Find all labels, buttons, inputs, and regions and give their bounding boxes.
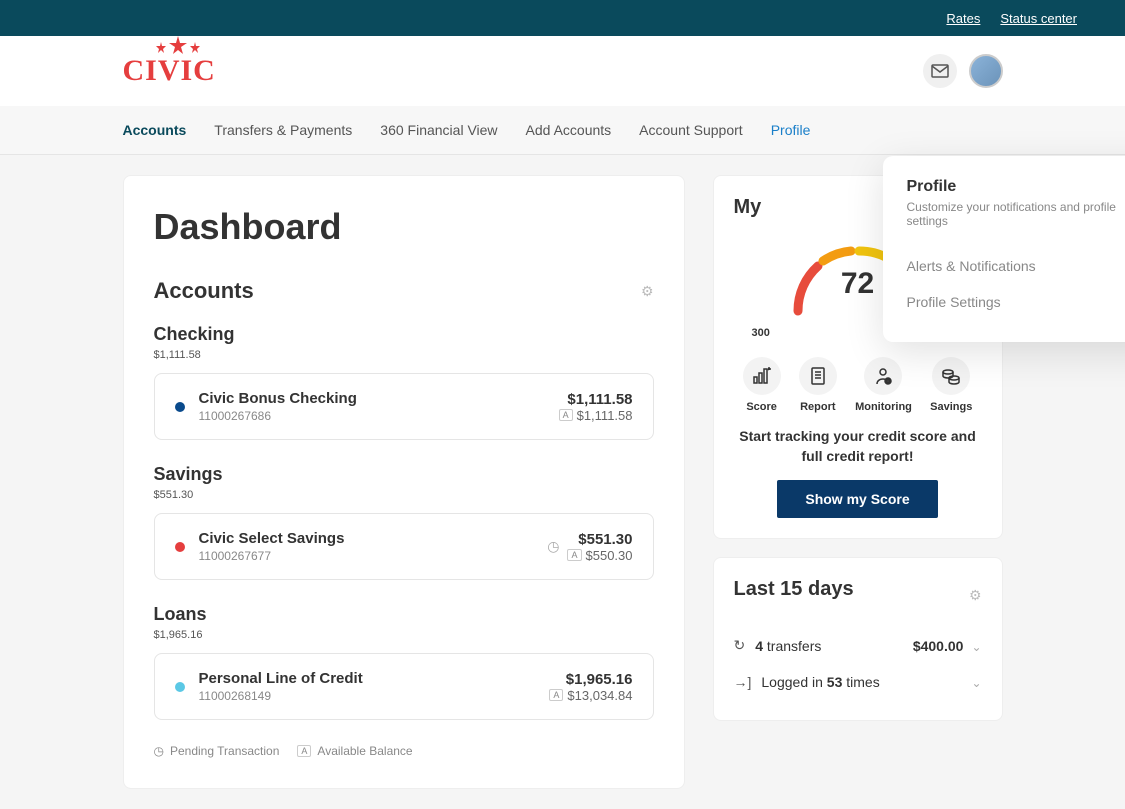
- chevron-down-icon: ⌄: [971, 676, 981, 690]
- activity-row-transfers[interactable]: ↻ 4 transfers $400.00 ⌄: [734, 627, 982, 664]
- activity-count: 4: [755, 638, 763, 654]
- group-loans-title: Loans: [154, 604, 654, 625]
- top-bar: Rates Status center: [0, 0, 1125, 36]
- credit-action-monitoring[interactable]: Monitoring: [855, 357, 912, 413]
- account-name: Civic Bonus Checking: [199, 390, 559, 407]
- profile-dropdown: Profile Customize your notifications and…: [883, 156, 1125, 342]
- dot-icon: [175, 542, 185, 552]
- accounts-title: Accounts: [154, 278, 254, 304]
- dot-icon: [175, 682, 185, 692]
- credit-action-savings[interactable]: Savings: [930, 357, 972, 413]
- group-savings-title: Savings: [154, 464, 654, 485]
- logo[interactable]: CIVIC: [123, 54, 216, 88]
- account-name: Civic Select Savings: [199, 530, 548, 547]
- account-name: Personal Line of Credit: [199, 670, 550, 687]
- credit-label: Report: [800, 401, 835, 413]
- nav-add-accounts[interactable]: Add Accounts: [526, 106, 612, 154]
- account-balance: $1,111.58: [559, 391, 633, 408]
- mail-icon[interactable]: [923, 54, 957, 88]
- account-number: 11000267677: [199, 549, 548, 563]
- clock-icon: ◷: [154, 744, 164, 758]
- rates-link[interactable]: Rates: [946, 11, 980, 26]
- group-savings-total: $551.30: [154, 489, 654, 501]
- account-card-savings[interactable]: Civic Select Savings 11000267677 ◷ $551.…: [154, 513, 654, 580]
- credit-label: Monitoring: [855, 401, 912, 413]
- dot-icon: [175, 402, 185, 412]
- coins-icon: [932, 357, 970, 395]
- login-icon: →]: [734, 674, 752, 690]
- dropdown-title: Profile: [907, 178, 1125, 196]
- group-loans-total: $1,965.16: [154, 629, 654, 641]
- activity-row-logins[interactable]: →] Logged in 53 times ⌄: [734, 664, 982, 700]
- activity-card: Last 15 days ⚙ ↻ 4 transfers $400.00 ⌄ →]…: [713, 557, 1003, 721]
- page-title: Dashboard: [154, 206, 654, 248]
- account-number: 11000267686: [199, 409, 559, 423]
- activity-amount: $400.00: [913, 638, 964, 654]
- activity-label-post: times: [846, 674, 879, 690]
- gauge-min: 300: [752, 327, 770, 339]
- nav-360[interactable]: 360 Financial View: [380, 106, 497, 154]
- account-card-checking[interactable]: Civic Bonus Checking 11000267686 $1,111.…: [154, 373, 654, 440]
- gear-icon[interactable]: ⚙: [969, 587, 982, 604]
- nav-profile[interactable]: Profile: [771, 106, 811, 154]
- nav-accounts[interactable]: Accounts: [123, 106, 187, 154]
- account-available: $13,034.84: [567, 688, 632, 703]
- activity-title: Last 15 days: [734, 578, 854, 601]
- gear-icon[interactable]: ⚙: [641, 283, 654, 300]
- chart-icon: [743, 357, 781, 395]
- group-checking-title: Checking: [154, 324, 654, 345]
- person-icon: [864, 357, 902, 395]
- status-center-link[interactable]: Status center: [1000, 11, 1077, 26]
- available-tag-icon: A: [549, 689, 563, 701]
- available-tag-icon: A: [567, 549, 581, 561]
- group-checking-total: $1,111.58: [154, 349, 654, 361]
- account-available: $550.30: [586, 548, 633, 563]
- refresh-icon: ↻: [734, 637, 746, 654]
- dropdown-subtitle: Customize your notifications and profile…: [907, 200, 1125, 228]
- account-available: $1,111.58: [577, 408, 633, 423]
- available-tag-icon: A: [297, 745, 311, 757]
- credit-label: Savings: [930, 401, 972, 413]
- credit-text: Start tracking your credit score and ful…: [734, 427, 982, 466]
- credit-action-score[interactable]: Score: [743, 357, 781, 413]
- main-panel: Dashboard Accounts ⚙ Checking $1,111.58 …: [123, 175, 685, 789]
- document-icon: [799, 357, 837, 395]
- legend-pending: Pending Transaction: [170, 744, 279, 758]
- chevron-down-icon: ⌄: [971, 640, 981, 654]
- legend: ◷ Pending Transaction A Available Balance: [154, 744, 654, 758]
- credit-action-report[interactable]: Report: [799, 357, 837, 413]
- nav-support[interactable]: Account Support: [639, 106, 743, 154]
- available-tag-icon: A: [559, 409, 573, 421]
- account-balance: $1,965.16: [549, 671, 632, 688]
- dropdown-alerts[interactable]: Alerts & Notifications: [907, 248, 1125, 284]
- activity-count: 53: [827, 674, 843, 690]
- nav-bar: Accounts Transfers & Payments 360 Financ…: [0, 106, 1125, 155]
- account-balance: $551.30: [567, 531, 632, 548]
- credit-label: Score: [746, 401, 777, 413]
- header: CIVIC: [0, 36, 1125, 106]
- show-score-button[interactable]: Show my Score: [777, 480, 937, 518]
- legend-available: Available Balance: [317, 744, 412, 758]
- activity-label: transfers: [767, 638, 821, 654]
- clock-icon: ◷: [547, 538, 559, 555]
- account-card-loans[interactable]: Personal Line of Credit 11000268149 $1,9…: [154, 653, 654, 720]
- activity-label-pre: Logged in: [761, 674, 823, 690]
- dropdown-settings[interactable]: Profile Settings: [907, 284, 1125, 320]
- nav-transfers[interactable]: Transfers & Payments: [214, 106, 352, 154]
- avatar[interactable]: [969, 54, 1003, 88]
- account-number: 11000268149: [199, 689, 550, 703]
